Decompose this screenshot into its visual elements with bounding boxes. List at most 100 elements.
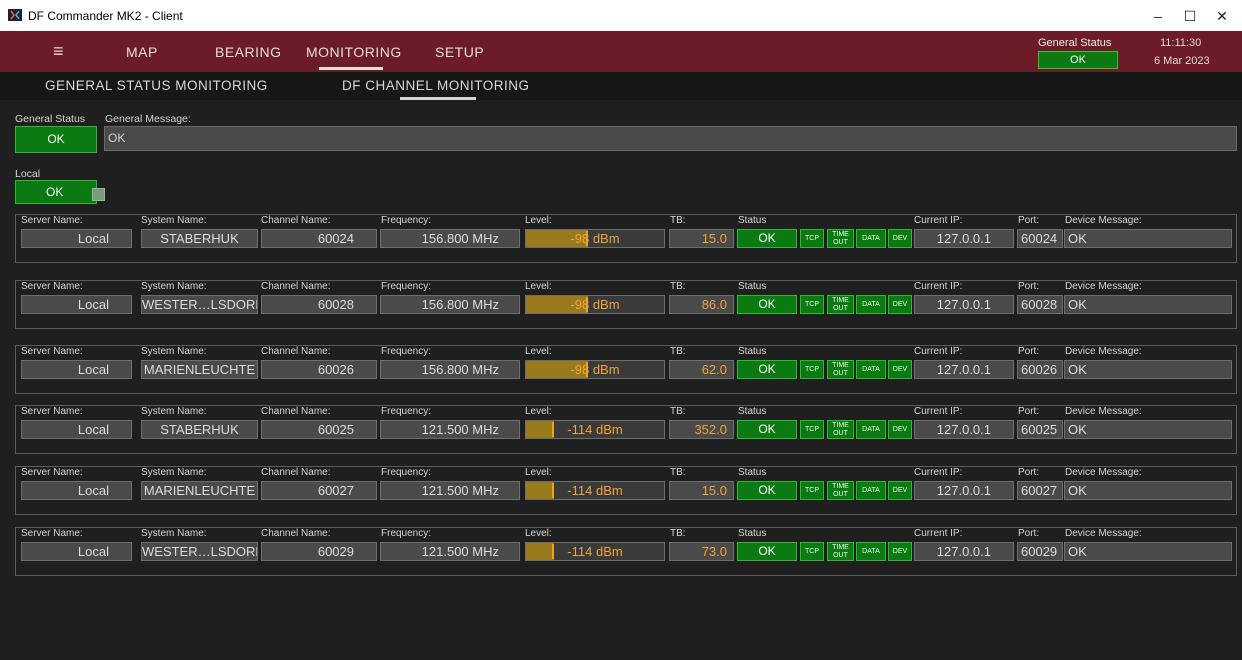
level-value: -98 dBm <box>570 231 620 246</box>
tab-df-channel-monitoring[interactable]: DF CHANNEL MONITORING <box>342 78 530 93</box>
port-field: 60025 <box>1017 420 1063 439</box>
dev-indicator: DEV <box>888 481 912 500</box>
channel-name-field: 60029 <box>261 542 377 561</box>
server-name-label: Server Name: <box>21 406 83 417</box>
timeout-label-bottom: OUT <box>833 491 848 498</box>
tab-general-status-monitoring[interactable]: GENERAL STATUS MONITORING <box>45 78 268 93</box>
system-name-field: STABERHUK <box>141 229 258 248</box>
maximize-button[interactable]: ☐ <box>1172 4 1208 28</box>
data-indicator: DATA <box>856 229 886 248</box>
level-label: Level: <box>525 406 552 417</box>
level-meter: -114 dBm <box>525 542 665 561</box>
channel-row: Server Name: Local System Name: MARIENLE… <box>15 345 1237 394</box>
server-name-field: Local <box>21 542 132 561</box>
status-label: Status <box>738 467 767 478</box>
level-value: -114 dBm <box>567 483 623 498</box>
channel-name-label: Channel Name: <box>261 346 331 357</box>
server-name-label: Server Name: <box>21 346 83 357</box>
frequency-label: Frequency: <box>381 467 432 478</box>
timeout-label-top: TIME <box>832 544 849 551</box>
menu-item-map[interactable]: MAP <box>126 44 158 60</box>
data-indicator: DATA <box>856 420 886 439</box>
current-ip-label: Current IP: <box>914 215 963 226</box>
general-status-label: General Status <box>15 113 86 125</box>
channel-status-badge: OK <box>737 420 797 439</box>
frequency-label: Frequency: <box>381 215 432 226</box>
tb-field: 86.0 <box>669 295 734 314</box>
close-button[interactable]: ✕ <box>1204 4 1240 28</box>
tb-field: 15.0 <box>669 229 734 248</box>
clock-date: 6 Mar 2023 <box>1154 55 1210 67</box>
device-message-field: OK <box>1064 229 1232 248</box>
channel-name-label: Channel Name: <box>261 281 331 292</box>
tb-field: 15.0 <box>669 481 734 500</box>
channel-status-badge: OK <box>737 229 797 248</box>
system-name-field: WESTER…LSDORF <box>141 542 258 561</box>
local-toggle-label: OK <box>46 185 64 199</box>
menu-item-bearing[interactable]: BEARING <box>215 44 282 60</box>
system-name-label: System Name: <box>141 281 207 292</box>
level-label: Level: <box>525 346 552 357</box>
current-ip-label: Current IP: <box>914 406 963 417</box>
current-ip-label: Current IP: <box>914 281 963 292</box>
dev-indicator: DEV <box>888 420 912 439</box>
minimize-button[interactable]: – <box>1140 4 1176 28</box>
port-label: Port: <box>1018 215 1040 226</box>
menu-item-setup[interactable]: SETUP <box>435 44 484 60</box>
device-message-label: Device Message: <box>1065 346 1142 357</box>
server-name-label: Server Name: <box>21 467 83 478</box>
frequency-field: 121.500 MHz <box>380 420 520 439</box>
frequency-label: Frequency: <box>381 528 432 539</box>
channel-name-field: 60024 <box>261 229 377 248</box>
channel-name-field: 60025 <box>261 420 377 439</box>
device-message-label: Device Message: <box>1065 281 1142 292</box>
system-name-label: System Name: <box>141 467 207 478</box>
tb-label: TB: <box>670 281 686 292</box>
current-ip-label: Current IP: <box>914 528 963 539</box>
menu-item-monitoring[interactable]: MONITORING <box>306 44 402 60</box>
server-name-field: Local <box>21 481 132 500</box>
timeout-indicator: TIME OUT <box>827 420 854 439</box>
timeout-label-top: TIME <box>832 483 849 490</box>
channel-status-badge: OK <box>737 542 797 561</box>
channel-name-label: Channel Name: <box>261 215 331 226</box>
tcp-indicator: TCP <box>800 360 824 379</box>
system-name-label: System Name: <box>141 406 207 417</box>
timeout-label-top: TIME <box>832 297 849 304</box>
tb-label: TB: <box>670 346 686 357</box>
tcp-indicator: TCP <box>800 229 824 248</box>
current-ip-field: 127.0.0.1 <box>914 481 1014 500</box>
port-field: 60029 <box>1017 542 1063 561</box>
system-name-field: WESTER…LSDORF <box>141 295 258 314</box>
channel-row: Server Name: Local System Name: STABERHU… <box>15 405 1237 454</box>
timeout-indicator: TIME OUT <box>827 542 854 561</box>
timeout-label-bottom: OUT <box>833 430 848 437</box>
device-message-field: OK <box>1064 295 1232 314</box>
tb-label: TB: <box>670 215 686 226</box>
channel-row: Server Name: Local System Name: STABERHU… <box>15 214 1237 263</box>
frequency-field: 121.500 MHz <box>380 542 520 561</box>
device-message-field: OK <box>1064 420 1232 439</box>
channel-name-field: 60027 <box>261 481 377 500</box>
level-label: Level: <box>525 281 552 292</box>
active-menu-indicator <box>319 67 383 70</box>
general-message-label: General Message: <box>105 113 191 125</box>
sub-tab-bar: GENERAL STATUS MONITORING DF CHANNEL MON… <box>0 72 1242 100</box>
tb-field: 73.0 <box>669 542 734 561</box>
level-label: Level: <box>525 215 552 226</box>
status-label: Status <box>738 346 767 357</box>
server-name-field: Local <box>21 229 132 248</box>
server-name-field: Local <box>21 360 132 379</box>
hamburger-menu-icon[interactable]: ≡ <box>53 41 64 62</box>
server-name-field: Local <box>21 420 132 439</box>
channel-status-badge: OK <box>737 481 797 500</box>
current-ip-label: Current IP: <box>914 346 963 357</box>
header-general-status-badge: OK <box>1038 51 1118 69</box>
local-toggle[interactable]: OK <box>15 180 105 204</box>
data-indicator: DATA <box>856 542 886 561</box>
port-label: Port: <box>1018 346 1040 357</box>
port-label: Port: <box>1018 406 1040 417</box>
device-message-label: Device Message: <box>1065 406 1142 417</box>
frequency-label: Frequency: <box>381 346 432 357</box>
system-name-field: MARIENLEUCHTE <box>141 360 258 379</box>
